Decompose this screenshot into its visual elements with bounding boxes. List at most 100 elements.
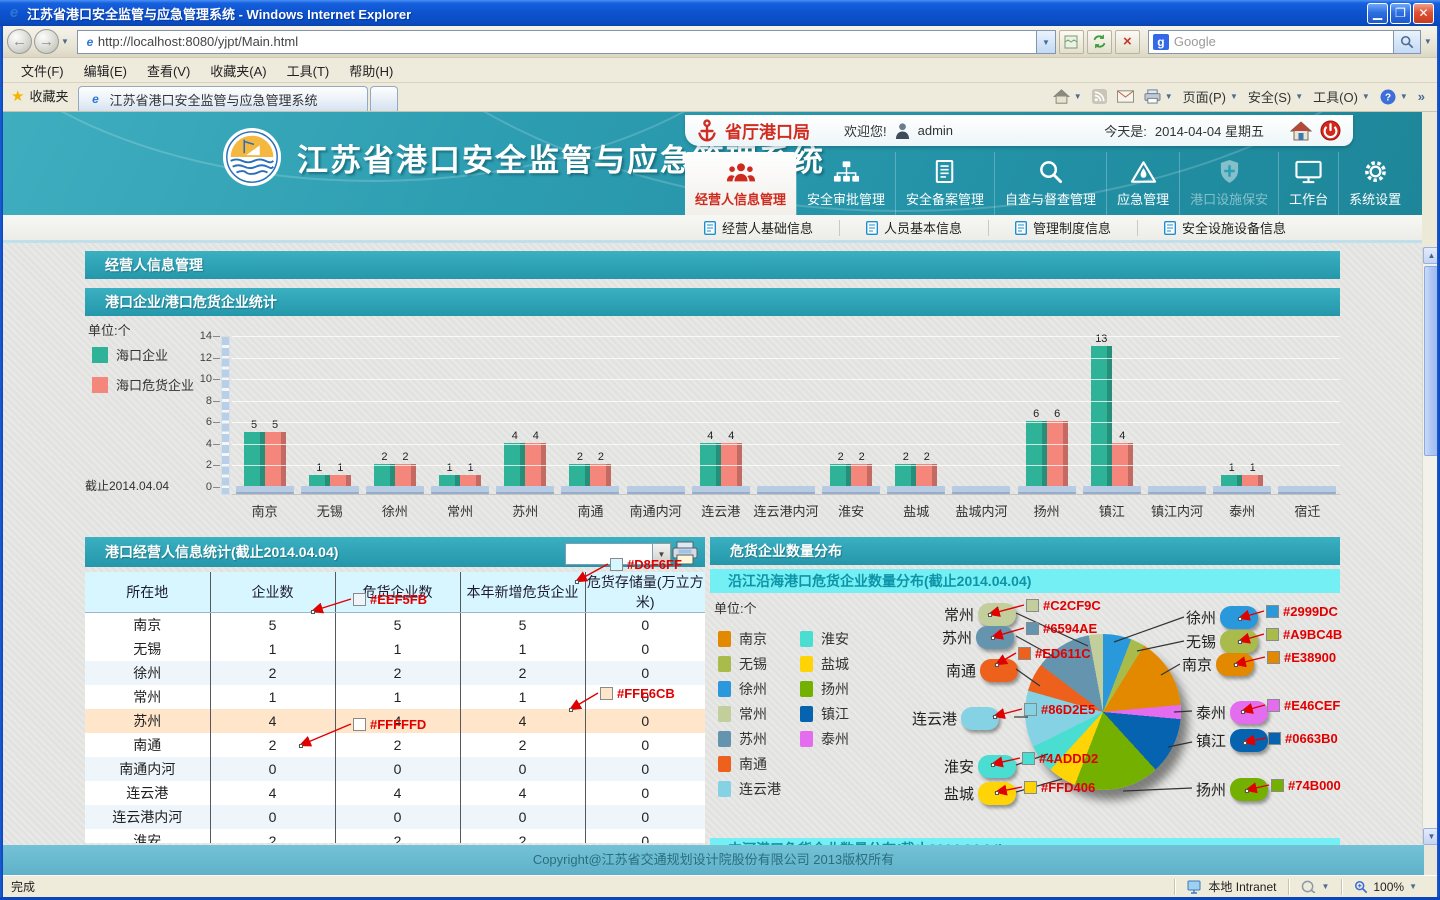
bar[interactable] — [1242, 475, 1263, 486]
bar[interactable] — [851, 464, 872, 486]
bar[interactable] — [460, 475, 481, 486]
close-button[interactable]: ✕ — [1413, 3, 1434, 24]
menu-help[interactable]: 帮助(H) — [339, 58, 403, 83]
forward-button[interactable]: → — [34, 29, 59, 54]
bar-group[interactable]: 宿迁 — [1275, 336, 1340, 494]
table-row[interactable]: 南京5550 — [85, 613, 705, 637]
bar[interactable] — [590, 464, 611, 486]
bar[interactable] — [504, 443, 525, 486]
bar-group[interactable]: 22徐州 — [362, 336, 427, 494]
print-button[interactable]: ▼ — [1144, 89, 1173, 104]
nav-safety-record[interactable]: 安全备案管理 — [895, 152, 994, 215]
bar-group[interactable]: 44苏州 — [493, 336, 558, 494]
menu-favorites[interactable]: 收藏夹(A) — [200, 58, 276, 83]
home-shortcut-icon[interactable] — [1290, 121, 1312, 141]
browser-tab[interactable]: e 江苏省港口安全监管与应急管理系统 — [78, 86, 368, 111]
url-input[interactable] — [98, 34, 1032, 49]
compatibility-button[interactable] — [1059, 30, 1084, 54]
bar[interactable] — [1047, 421, 1068, 486]
bar-group[interactable]: 66扬州 — [1014, 336, 1079, 494]
help-button[interactable]: ? ▼ — [1380, 89, 1408, 105]
stop-button[interactable]: × — [1115, 30, 1140, 54]
bar-group[interactable]: 11常州 — [428, 336, 493, 494]
bar[interactable] — [569, 464, 590, 486]
nav-workbench[interactable]: 工作台 — [1278, 152, 1338, 215]
subnav-personnel-basic[interactable]: 人员基本信息 — [839, 220, 988, 236]
table-row[interactable]: 苏州4440 — [85, 709, 705, 733]
bar-group[interactable]: 22南通 — [558, 336, 623, 494]
nav-self-inspection[interactable]: 自查与督查管理 — [994, 152, 1106, 215]
select-value[interactable] — [565, 543, 653, 565]
url-field[interactable]: e — [77, 30, 1037, 54]
chevron-more-icon[interactable]: » — [1418, 89, 1425, 104]
bar[interactable] — [830, 464, 851, 486]
tools-menu[interactable]: 工具(O)▼ — [1313, 87, 1370, 106]
table-filter-select[interactable]: ▼ — [565, 543, 671, 565]
rss-button[interactable] — [1092, 89, 1107, 104]
subnav-safety-equipment[interactable]: 安全设施设备信息 — [1137, 220, 1312, 236]
bar[interactable] — [1112, 443, 1133, 486]
bar-group[interactable]: 连云港内河 — [753, 336, 818, 494]
menu-edit[interactable]: 编辑(E) — [74, 58, 137, 83]
search-go-button[interactable] — [1394, 30, 1421, 54]
bar[interactable] — [265, 432, 286, 486]
table-row[interactable]: 淮安2220 — [85, 829, 705, 844]
zoom-control[interactable]: 100% ▼ — [1348, 880, 1423, 894]
bar-group[interactable]: 南通内河 — [623, 336, 688, 494]
nav-system-settings[interactable]: 系统设置 — [1338, 152, 1411, 215]
bar[interactable] — [309, 475, 330, 486]
nav-port-security[interactable]: 港口设施保安 — [1179, 152, 1278, 215]
bar[interactable] — [439, 475, 460, 486]
maximize-button[interactable]: ❐ — [1390, 3, 1411, 24]
logout-power-icon[interactable] — [1320, 120, 1341, 141]
pie-chart[interactable] — [1025, 634, 1181, 790]
table-row[interactable]: 南通2220 — [85, 733, 705, 757]
bar[interactable] — [1026, 421, 1047, 486]
search-box[interactable]: g Google — [1148, 30, 1394, 54]
menu-file[interactable]: 文件(F) — [11, 58, 74, 83]
bar[interactable] — [1221, 475, 1242, 486]
bar-group[interactable]: 44连云港 — [688, 336, 753, 494]
bar[interactable] — [916, 464, 937, 486]
menu-view[interactable]: 查看(V) — [137, 58, 200, 83]
history-dropdown-icon[interactable]: ▼ — [61, 37, 69, 46]
home-button[interactable]: ▼ — [1053, 89, 1082, 104]
new-tab-button[interactable] — [370, 86, 398, 111]
select-arrow-icon[interactable]: ▼ — [653, 543, 671, 565]
subnav-operator-basic[interactable]: 经营人基础信息 — [678, 220, 839, 236]
url-dropdown-button[interactable]: ▼ — [1037, 30, 1056, 54]
back-button[interactable]: ← — [7, 29, 32, 54]
bar[interactable] — [700, 443, 721, 486]
bar[interactable] — [895, 464, 916, 486]
bar[interactable] — [1091, 346, 1112, 486]
table-row[interactable]: 南通内河0000 — [85, 757, 705, 781]
bar-group[interactable]: 镇江内河 — [1144, 336, 1209, 494]
search-options-icon[interactable]: ▼ — [1424, 37, 1432, 46]
bar[interactable] — [395, 464, 416, 486]
nav-safety-approval[interactable]: 安全审批管理 — [796, 152, 895, 215]
subnav-management-rules[interactable]: 管理制度信息 — [988, 220, 1137, 236]
table-row[interactable]: 连云港内河0000 — [85, 805, 705, 829]
bar-group[interactable]: 55南京 — [232, 336, 297, 494]
bar-group[interactable]: 22淮安 — [819, 336, 884, 494]
bar[interactable] — [330, 475, 351, 486]
bar-chart[interactable]: 55南京11无锡22徐州11常州44苏州22南通南通内河44连云港连云港内河22… — [232, 336, 1340, 495]
favorites-button[interactable]: ★ 收藏夹 — [3, 86, 78, 111]
minimize-button[interactable]: ▁ — [1367, 3, 1388, 24]
table-row[interactable]: 徐州2220 — [85, 661, 705, 685]
table-row[interactable]: 连云港4440 — [85, 781, 705, 805]
bar[interactable] — [721, 443, 742, 486]
bar-group[interactable]: 22盐城 — [884, 336, 949, 494]
phishing-filter-button[interactable]: ▼ — [1295, 880, 1335, 893]
mail-button[interactable] — [1117, 90, 1134, 103]
bar-group[interactable]: 134镇江 — [1079, 336, 1144, 494]
table-row[interactable]: 无锡1110 — [85, 637, 705, 661]
nav-emergency[interactable]: 应急管理 — [1106, 152, 1179, 215]
refresh-button[interactable] — [1087, 30, 1112, 54]
bar-group[interactable]: 盐城内河 — [949, 336, 1014, 494]
table-row[interactable]: 常州1110 — [85, 685, 705, 709]
nav-operator-info[interactable]: 经营人信息管理 — [685, 152, 796, 215]
bar-group[interactable]: 11泰州 — [1210, 336, 1275, 494]
bar-group[interactable]: 11无锡 — [297, 336, 362, 494]
bar[interactable] — [244, 432, 265, 486]
